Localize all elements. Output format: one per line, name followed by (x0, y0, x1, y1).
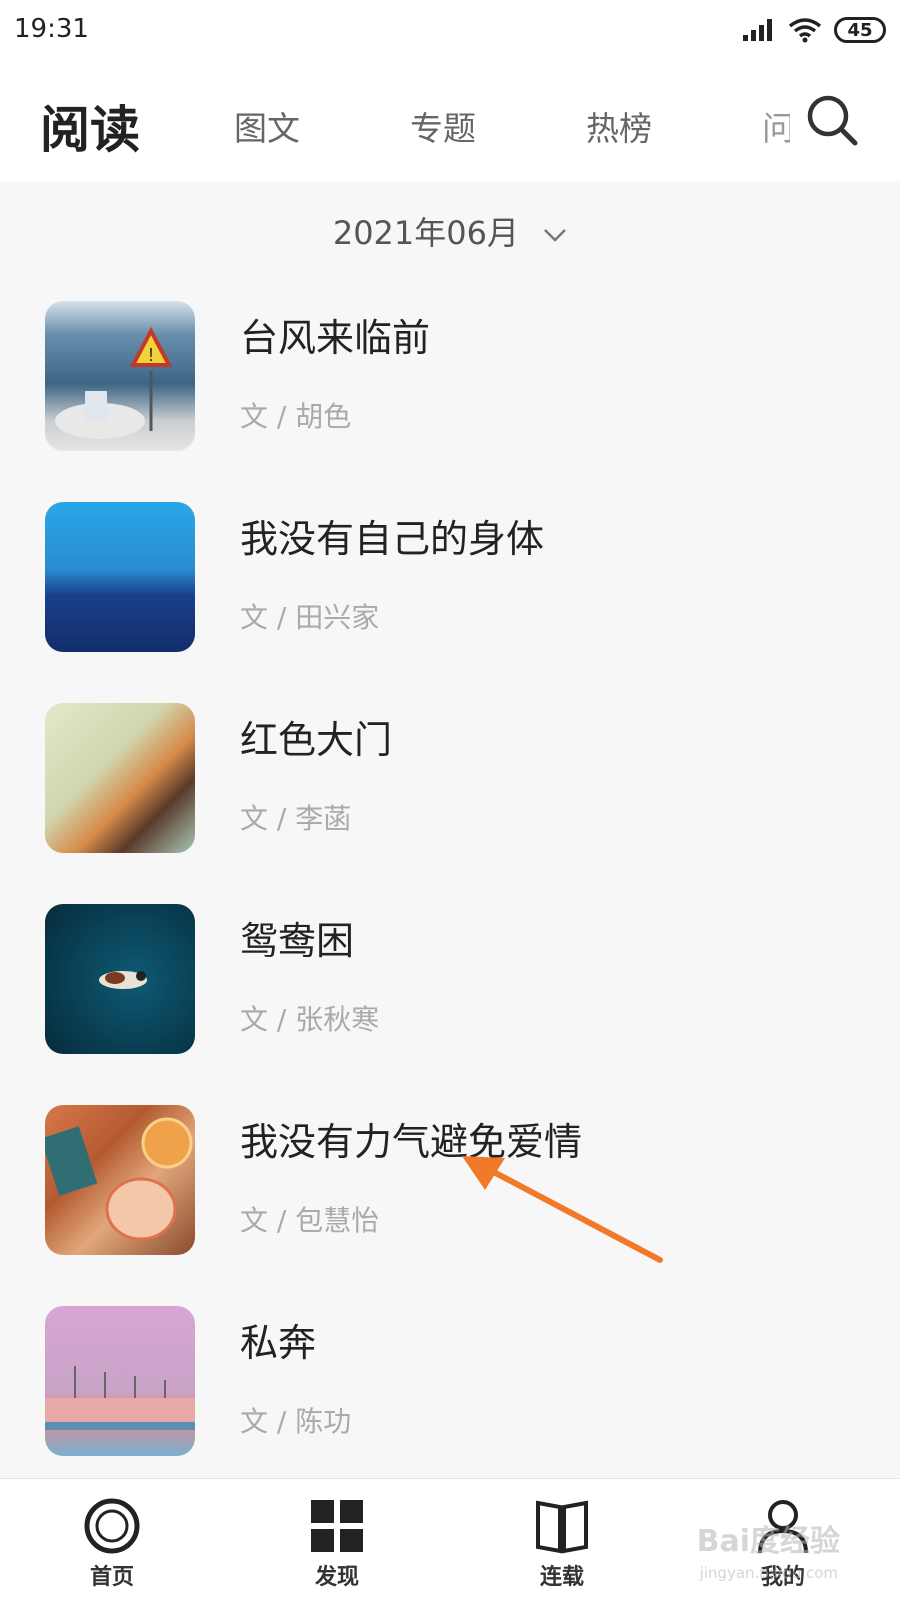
article-author: 文 / 包慧怡 (240, 1204, 380, 1237)
pier-icon (45, 1366, 195, 1430)
article-thumbnail (45, 1105, 195, 1255)
wifi-icon (788, 18, 822, 43)
home-circle-icon (84, 1498, 140, 1554)
tab-home[interactable]: 首页 (52, 1497, 172, 1591)
list-item[interactable]: 我没有力气避免爱情 文 / 包慧怡 (0, 1105, 900, 1310)
battery-indicator: 45 (834, 17, 886, 43)
article-thumbnail (45, 904, 195, 1054)
tab-wen[interactable]: 问 (762, 102, 790, 150)
article-title: 私奔 (240, 1321, 317, 1365)
svg-text:!: ! (148, 345, 153, 365)
article-author: 文 / 田兴家 (240, 601, 380, 634)
list-item[interactable]: 我没有自己的身体 文 / 田兴家 (0, 502, 900, 707)
article-author: 文 / 胡色 (240, 400, 352, 433)
tab-label: 连载 (539, 1565, 584, 1590)
month-label: 2021年06月 (332, 214, 519, 252)
article-author: 文 / 李菡 (240, 802, 352, 835)
article-title: 我没有自己的身体 (240, 517, 545, 561)
article-author: 文 / 张秋寒 (240, 1003, 380, 1036)
watermark: Bai度经验 (696, 1524, 840, 1559)
status-icons: 45 (742, 14, 886, 46)
list-item[interactable]: 鸳鸯困 文 / 张秋寒 (0, 904, 900, 1109)
watermark-url: jingyan.baidu.com (699, 1564, 838, 1582)
bottom-tab-bar: 首页 发现 连载 我的 Bai度经验 jingyan.baidu.com (0, 1478, 900, 1600)
list-item[interactable]: ! 台风来临前 文 / 胡色 (0, 301, 900, 506)
status-bar: 19:31 45 (0, 0, 900, 64)
article-thumbnail (45, 703, 195, 853)
search-icon[interactable] (804, 92, 860, 148)
tab-rebang[interactable]: 热榜 (586, 102, 652, 150)
article-thumbnail (45, 502, 195, 652)
tab-label: 发现 (314, 1565, 359, 1590)
article-title: 我没有力气避免爱情 (240, 1120, 583, 1164)
grid-icon (311, 1500, 363, 1552)
book-icon (536, 1500, 588, 1554)
duck-icon (99, 971, 147, 989)
warning-sign-icon: ! (55, 326, 173, 439)
article-title: 台风来临前 (240, 316, 431, 360)
tab-zhuanti[interactable]: 专题 (410, 102, 476, 150)
article-thumbnail (45, 1306, 195, 1456)
article-title: 鸳鸯困 (240, 919, 355, 963)
tab-tuwen[interactable]: 图文 (234, 102, 300, 150)
fruit-icon (45, 1117, 193, 1241)
tab-serial[interactable]: 连载 (502, 1497, 622, 1591)
status-time: 19:31 (14, 14, 89, 44)
page-title: 阅读 (40, 101, 140, 159)
month-picker[interactable]: 2021年06月 (0, 208, 900, 254)
tab-label: 首页 (89, 1565, 134, 1590)
article-author: 文 / 陈功 (240, 1405, 352, 1438)
article-title: 红色大门 (240, 718, 393, 762)
chevron-down-icon (544, 229, 567, 242)
article-thumbnail: ! (45, 301, 195, 451)
list-item[interactable]: 红色大门 文 / 李菡 (0, 703, 900, 908)
signal-icon (743, 19, 772, 41)
top-nav: 阅读 图文 专题 热榜 问 (0, 64, 900, 182)
tab-discover[interactable]: 发现 (277, 1497, 397, 1591)
